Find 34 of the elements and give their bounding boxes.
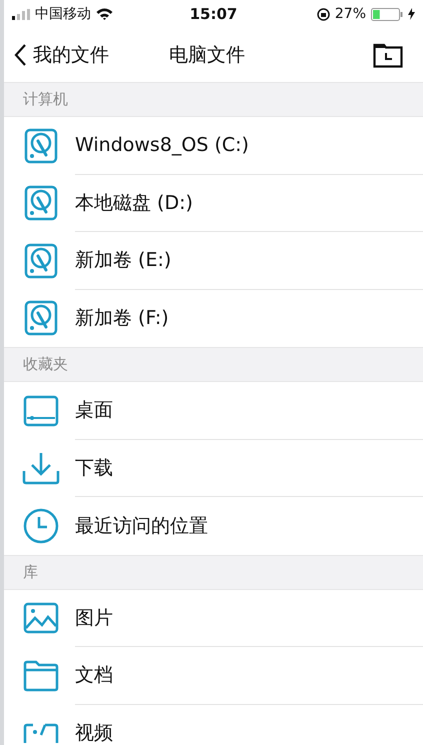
status-time: 15:07 [190, 5, 238, 23]
folder-icon [22, 660, 60, 692]
signal-icon [12, 8, 30, 20]
back-button[interactable]: 我的文件 [14, 42, 109, 68]
list-item[interactable]: 最近访问的位置 [4, 497, 423, 554]
section-header: 计算机 [23, 90, 68, 109]
list-item[interactable]: 下载 [4, 440, 423, 497]
section-header: 收藏夹 [23, 355, 68, 374]
list-item[interactable]: 文档 [4, 647, 423, 704]
list-item[interactable]: 图片 [4, 590, 423, 647]
list-item[interactable]: 本地磁盘 (D:) [4, 174, 423, 232]
battery-percent: 27% [334, 6, 366, 22]
clock-icon [22, 508, 60, 544]
wifi-icon [96, 8, 113, 20]
carrier-name: 中国移动 [35, 5, 91, 23]
folder-icon[interactable] [373, 42, 403, 68]
video-icon [22, 723, 60, 744]
battery-icon [371, 8, 403, 20]
hard-drive-icon [22, 185, 60, 222]
image-icon [22, 602, 60, 634]
back-chevron-icon [14, 43, 27, 67]
rotation-lock-icon [316, 8, 330, 20]
list-item[interactable]: 视频 [4, 704, 423, 745]
list-item[interactable]: 新加卷 (E:) [4, 232, 423, 290]
section-header: 库 [23, 562, 38, 582]
download-icon [22, 451, 60, 486]
hard-drive-icon [22, 128, 60, 164]
desktop-icon [22, 394, 60, 427]
list-item[interactable]: Windows8_OS (C:) [4, 117, 423, 174]
page-title: 电脑文件 [169, 43, 245, 68]
hard-drive-icon [22, 242, 60, 279]
hard-drive-icon [22, 300, 60, 336]
list-item[interactable]: 新加卷 (F:) [4, 290, 423, 347]
list-item[interactable]: 桌面 [4, 382, 423, 440]
